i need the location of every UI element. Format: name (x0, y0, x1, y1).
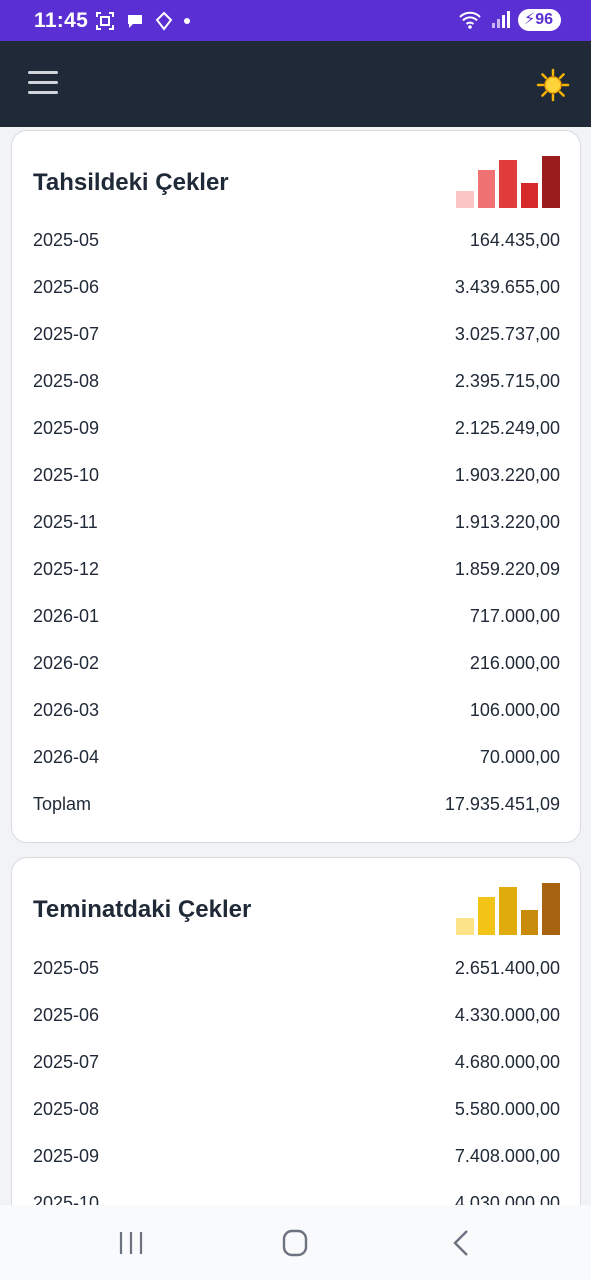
home-button[interactable] (275, 1227, 315, 1259)
list-item: 2025-10 1.903.220,00 (33, 452, 560, 499)
row-label: 2025-06 (33, 277, 100, 297)
teminatdaki-cekler-card: Teminatdaki Çekler 2025-05 2.651.400,00 … (11, 857, 581, 1205)
total-value: 17.935.451,09 (444, 794, 560, 814)
row-value: 5.580.000,00 (454, 1099, 560, 1119)
tahsildeki-cekler-card: Tahsildeki Çekler 2025-05 164.435,00 202… (11, 130, 581, 843)
list-item: 2025-11 1.913.220,00 (33, 499, 560, 546)
row-label: 2026-04 (33, 747, 100, 767)
wifi-icon (459, 11, 481, 29)
back-button[interactable] (441, 1227, 481, 1259)
theme-toggle-button[interactable] (536, 68, 570, 102)
row-value: 3.439.655,00 (454, 277, 560, 297)
row-value: 164.435,00 (469, 230, 560, 250)
list-item: 2025-09 7.408.000,00 (33, 1133, 560, 1180)
row-value: 106.000,00 (469, 700, 560, 720)
screenshot-icon (96, 12, 114, 30)
list-item: 2026-04 70.000,00 (33, 734, 560, 781)
yellow-bar-chart-icon (456, 883, 560, 935)
row-label: 2025-08 (33, 371, 100, 391)
card-title: Tahsildeki Çekler (33, 169, 229, 196)
total-row: Toplam 17.935.451,09 (33, 781, 560, 828)
list-item: 2025-12 1.859.220,09 (33, 546, 560, 593)
app-bar (0, 41, 591, 127)
row-value: 1.859.220,09 (454, 559, 560, 579)
row-label: 2025-06 (33, 1005, 100, 1025)
row-value: 4.680.000,00 (454, 1052, 560, 1072)
row-label: 2025-08 (33, 1099, 100, 1119)
row-value: 70.000,00 (479, 747, 560, 767)
list-item: 2025-05 2.651.400,00 (33, 945, 560, 992)
row-label: 2026-02 (33, 653, 100, 673)
battery-level: 96 (535, 11, 553, 28)
list-item: 2025-06 3.439.655,00 (33, 264, 560, 311)
system-icons: ⚡96 (458, 9, 561, 31)
row-value: 717.000,00 (469, 606, 560, 626)
recent-apps-icon (119, 1232, 143, 1254)
row-label: 2025-05 (33, 230, 100, 250)
list-item: 2025-07 4.680.000,00 (33, 1039, 560, 1086)
row-label: 2025-07 (33, 324, 100, 344)
row-label: 2026-01 (33, 606, 100, 626)
hamburger-menu-icon (28, 71, 58, 94)
list-item: 2025-07 3.025.737,00 (33, 311, 560, 358)
dot-icon (184, 18, 190, 24)
chat-icon (128, 15, 142, 28)
row-label: 2025-12 (33, 559, 100, 579)
card-title: Teminatdaki Çekler (33, 896, 252, 923)
list-item: 2026-02 216.000,00 (33, 640, 560, 687)
row-value: 2.125.249,00 (454, 418, 560, 438)
list-item: 2025-05 164.435,00 (33, 217, 560, 264)
status-time: 11:45 (34, 9, 89, 32)
list-item: 2025-10 4.030.000,00 (33, 1180, 560, 1205)
row-value: 1.903.220,00 (454, 465, 560, 485)
menu-button[interactable] (28, 71, 58, 95)
red-bar-chart-icon (456, 156, 560, 208)
main-content[interactable]: Tahsildeki Çekler 2025-05 164.435,00 202… (0, 127, 591, 1205)
list-item: 2025-09 2.125.249,00 (33, 405, 560, 452)
list-item: 2025-08 5.580.000,00 (33, 1086, 560, 1133)
row-label: 2025-07 (33, 1052, 100, 1072)
row-value: 4.030.000,00 (454, 1193, 560, 1205)
list-item: 2026-01 717.000,00 (33, 593, 560, 640)
signal-icon (491, 11, 510, 28)
total-label: Toplam (33, 794, 92, 814)
battery-indicator: ⚡96 (517, 9, 561, 31)
list-item: 2025-08 2.395.715,00 (33, 358, 560, 405)
battery-icon: ⚡ (523, 11, 536, 28)
row-value: 2.395.715,00 (454, 371, 560, 391)
row-value: 3.025.737,00 (454, 324, 560, 344)
back-icon (453, 1230, 468, 1256)
row-label: 2025-10 (33, 1193, 100, 1205)
system-navigation-bar (0, 1205, 591, 1280)
row-value: 216.000,00 (469, 653, 560, 673)
row-value: 7.408.000,00 (454, 1146, 560, 1166)
notification-icons (95, 11, 191, 31)
row-value: 4.330.000,00 (454, 1005, 560, 1025)
row-label: 2025-09 (33, 418, 100, 438)
sun-icon (536, 68, 570, 102)
list-item: 2025-06 4.330.000,00 (33, 992, 560, 1039)
row-value: 2.651.400,00 (454, 958, 560, 978)
status-bar: 11:45 ⚡96 (0, 0, 591, 41)
recent-apps-button[interactable] (111, 1227, 151, 1259)
row-label: 2025-05 (33, 958, 100, 978)
row-label: 2025-09 (33, 1146, 100, 1166)
row-value: 1.913.220,00 (454, 512, 560, 532)
home-icon (282, 1229, 308, 1257)
row-label: 2025-11 (33, 512, 98, 532)
list-item: 2026-03 106.000,00 (33, 687, 560, 734)
tag-icon (155, 11, 173, 31)
row-label: 2026-03 (33, 700, 100, 720)
row-label: 2025-10 (33, 465, 100, 485)
